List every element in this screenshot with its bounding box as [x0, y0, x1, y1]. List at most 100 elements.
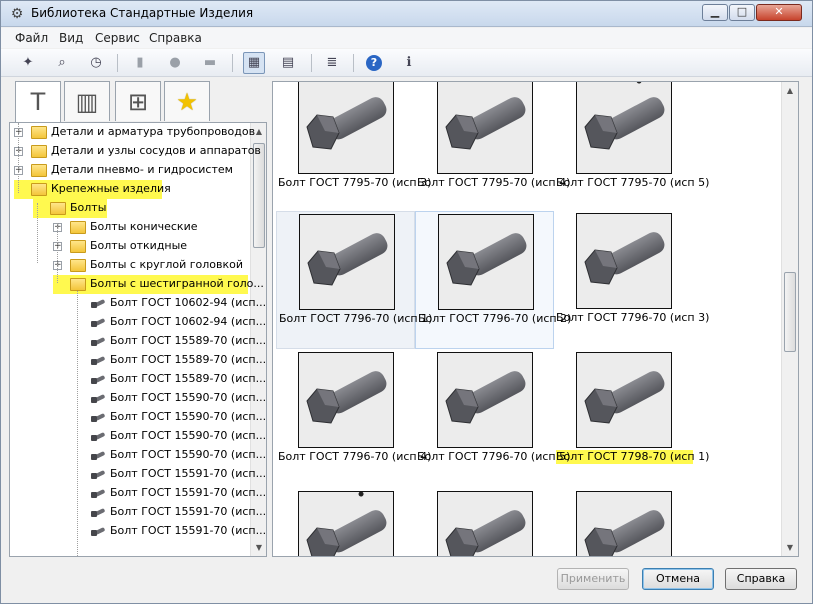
tab-assembly[interactable]: ⊞: [115, 81, 161, 121]
binoculars-icon[interactable]: ⌕: [51, 52, 73, 74]
tree-item-label: Болт ГОСТ 15591-70 (исп...: [110, 486, 267, 499]
tree-item[interactable]: Болт ГОСТ 10602-94 (исп...: [10, 294, 266, 313]
tree-folder[interactable]: + Детали и арматура трубопроводов: [10, 123, 255, 142]
clock-icon[interactable]: ◷: [85, 52, 107, 74]
bolt-icon: [90, 374, 106, 385]
folder-icon: [31, 145, 47, 158]
part-thumbnail-cell[interactable]: Болт ГОСТ 7796-70 (исп 3): [554, 211, 709, 349]
part-thumbnail-cell[interactable]: Болт ГОСТ 7795-70 (исп 4): [415, 82, 570, 216]
tree-item-label: Болт ГОСТ 10602-94 (исп...: [110, 296, 267, 309]
menu-help[interactable]: Справка: [149, 31, 202, 45]
tree-folder[interactable]: + Болты с круглой головкой: [10, 256, 248, 275]
tree-item[interactable]: Болт ГОСТ 15590-70 (исп...: [10, 389, 266, 408]
tree-item-label: Болт ГОСТ 15589-70 (исп...: [110, 353, 267, 366]
tab-bolt-fastener[interactable]: T: [15, 81, 61, 123]
maximize-button[interactable]: □: [729, 4, 755, 21]
bolt-icon: [90, 469, 106, 480]
tree-item[interactable]: Болт ГОСТ 10602-94 (исп...: [10, 313, 266, 332]
folder-icon: [70, 240, 86, 253]
title-bar: ⚙ Библиотека Стандартные Изделия ▁ □ ✕: [1, 1, 812, 27]
window-title: Библиотека Стандартные Изделия: [31, 6, 254, 20]
part-thumbnail-cell[interactable]: Болт ГОСТ 7796-70 (исп 5): [415, 350, 571, 488]
help-icon[interactable]: ?: [363, 52, 385, 74]
part-thumbnail-cell[interactable]: Болт ГОСТ 7796-70 (исп 1): [276, 211, 432, 349]
bolt-fastener-icon: T: [30, 88, 46, 116]
bolt-preview-image: [438, 214, 534, 310]
menu-service[interactable]: Сервис: [95, 31, 140, 45]
grid-scroll-thumb[interactable]: [784, 272, 796, 352]
bolt-preview-image: [576, 352, 672, 448]
folder-icon: [31, 183, 47, 196]
apply-button[interactable]: Применить: [557, 568, 629, 590]
part-thumbnail-cell[interactable]: Болт ГОСТ 7796-70 (исп 4): [276, 350, 431, 488]
tree-folder[interactable]: −Болты: [10, 199, 248, 218]
tree-item[interactable]: Болт ГОСТ 15591-70 (исп...: [10, 484, 266, 503]
grid-scroll-down-icon[interactable]: ▼: [782, 539, 798, 556]
part-thumbnail-cell[interactable]: Болт ГОСТ 7795-70 (исп 5): [554, 82, 709, 216]
section-drawing-icon: ▥: [75, 88, 99, 116]
tree-folder[interactable]: + Болты откидные: [10, 237, 248, 256]
part-thumbnail-cell[interactable]: Болт ГОСТ 7798-70 (исп 1): [554, 350, 710, 488]
tree-scroll-thumb[interactable]: [253, 143, 265, 248]
tree-scroll-down-icon[interactable]: ▼: [251, 539, 266, 556]
tree-folder[interactable]: + Детали и узлы сосудов и аппаратов: [10, 142, 261, 161]
part-thumbnail-cell[interactable]: [415, 489, 554, 556]
tab-section-drawing[interactable]: ▥: [64, 81, 110, 121]
menu-file[interactable]: Файл: [15, 31, 48, 45]
tree-item-label: Болт ГОСТ 15591-70 (исп...: [110, 467, 267, 480]
part-thumbnail-cell[interactable]: Болт ГОСТ 7796-70 (исп 2): [415, 211, 571, 349]
table-view-icon[interactable]: ▤: [277, 52, 299, 74]
thumbnail-grid: Болт ГОСТ 7798-70 (исп 1) Болт ГОСТ 7796-…: [272, 81, 799, 557]
tree-item-label: Болт ГОСТ 15590-70 (исп...: [110, 429, 267, 442]
part-name-label: Болт ГОСТ 7798-70 (исп 1): [556, 450, 710, 464]
tree-item[interactable]: Болт ГОСТ 15591-70 (исп...: [10, 522, 266, 541]
tree-connector: [18, 123, 19, 193]
folder-icon: [50, 202, 66, 215]
help-button[interactable]: Справка: [725, 568, 797, 590]
tree-item[interactable]: Болт ГОСТ 15590-70 (исп...: [10, 446, 266, 465]
bolt-icon: [90, 298, 106, 309]
bolt-preview-image: [576, 491, 672, 556]
tree-folder[interactable]: −Болты с шестигранной голо...: [10, 275, 264, 294]
bolt-preview-image: [576, 213, 672, 309]
part-thumbnail-cell[interactable]: [276, 489, 415, 556]
info-icon[interactable]: ℹ: [398, 52, 420, 74]
tree-item[interactable]: Болт ГОСТ 15590-70 (исп...: [10, 408, 266, 427]
tree-item[interactable]: Болт ГОСТ 15591-70 (исп...: [10, 465, 266, 484]
tree-connector: [57, 223, 58, 283]
minimize-button[interactable]: ▁: [702, 4, 728, 21]
part-name-label: Болт ГОСТ 7796-70 (исп 5): [417, 450, 571, 463]
tree-folder[interactable]: + Детали пневмо- и гидросистем: [10, 161, 248, 180]
part-thumbnail-cell[interactable]: [554, 489, 693, 556]
folder-icon: [31, 164, 47, 177]
bolt-icon: [90, 393, 106, 404]
close-button[interactable]: ✕: [756, 4, 802, 21]
gear-app-icon: ⚙: [10, 6, 24, 22]
grid-scrollbar[interactable]: ▲ ▼: [781, 82, 798, 556]
tree-item[interactable]: Болт ГОСТ 15589-70 (исп...: [10, 351, 266, 370]
pin-star-icon[interactable]: ✦: [17, 52, 39, 74]
tab-favorites-star[interactable]: ★: [164, 81, 210, 121]
large-icons-view-icon[interactable]: ▦: [243, 52, 265, 74]
part-thumbnail-cell[interactable]: Болт ГОСТ 7795-70 (исп 3): [276, 82, 431, 216]
tree-item-label: Болты: [70, 201, 107, 214]
tree-item[interactable]: Болт ГОСТ 15589-70 (исп...: [10, 332, 266, 351]
tree-item-label: Крепежные изделия: [51, 182, 171, 195]
bolt-preview-image: [437, 352, 533, 448]
tree-folder[interactable]: + Болты конические: [10, 218, 248, 237]
list-view-icon[interactable]: ≣: [321, 52, 343, 74]
assembly-icon: ⊞: [127, 88, 149, 116]
tree-item[interactable]: Болт ГОСТ 15590-70 (исп...: [10, 427, 266, 446]
toolbar-separator: [353, 54, 354, 72]
menu-view[interactable]: Вид: [59, 31, 83, 45]
cancel-button[interactable]: Отмена: [642, 568, 714, 590]
toolbar-separator: [232, 54, 233, 72]
tree-item[interactable]: Болт ГОСТ 15591-70 (исп...: [10, 503, 266, 522]
tree-folder[interactable]: −Крепежные изделия: [10, 180, 248, 199]
tree-item[interactable]: Болт ГОСТ 15589-70 (исп...: [10, 370, 266, 389]
tree-connector: [37, 203, 38, 263]
bolt-preview-image: [437, 491, 533, 556]
bolt-icon: [90, 488, 106, 499]
grid-scroll-up-icon[interactable]: ▲: [782, 82, 798, 99]
folder-icon: [70, 278, 86, 291]
